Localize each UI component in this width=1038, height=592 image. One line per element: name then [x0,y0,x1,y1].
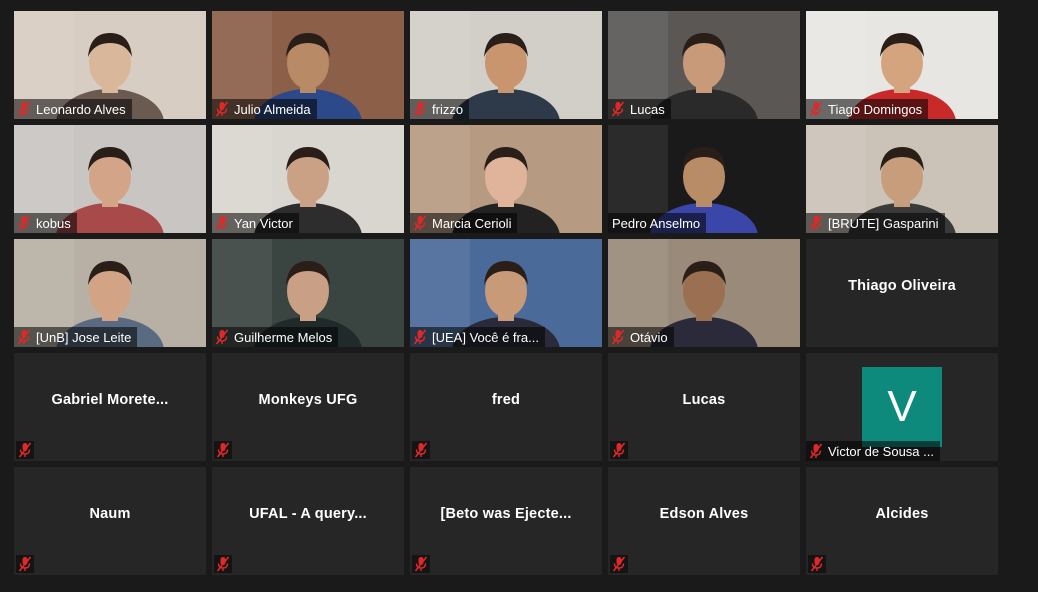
participant-tile[interactable]: Monkeys UFG [212,353,404,461]
participant-tile[interactable]: Guilherme Melos [212,239,404,347]
participant-name: Tiago Domingos [828,101,923,117]
muted-mic-icon [17,329,31,345]
muted-mic-icon [413,215,427,231]
mute-indicator [412,555,430,573]
muted-mic-icon [414,442,428,458]
participant-tile[interactable]: [BRUTE] Gasparini [806,125,998,233]
participant-name: Pedro Anselmo [612,215,701,231]
participant-name: [BRUTE] Gasparini [828,215,939,231]
participant-name: [UEA] Você é fra... [432,329,539,345]
muted-mic-icon [611,101,625,117]
participant-tile[interactable]: Alcides [806,467,998,575]
participant-tile[interactable]: frizzo [410,11,602,119]
avatar: V [862,367,942,447]
mute-indicator [412,441,430,459]
muted-mic-icon [810,556,824,572]
participant-name-label: Victor de Sousa ... [806,441,940,461]
participant-name-label: Yan Victor [212,213,299,233]
participant-name: [UnB] Jose Leite [36,329,132,345]
participant-name-label: [UEA] Você é fra... [410,327,545,347]
participant-name-label: Lucas [608,99,671,119]
participant-tile[interactable]: Marcia Cerioli [410,125,602,233]
muted-mic-icon [18,442,32,458]
participant-name-label: Marcia Cerioli [410,213,518,233]
participant-name: Marcia Cerioli [432,215,512,231]
participant-name: Naum [89,506,131,522]
participant-name: Edson Alves [659,506,749,522]
participant-tile[interactable]: Yan Victor [212,125,404,233]
participant-name-label: [BRUTE] Gasparini [806,213,945,233]
participant-name-label: Tiago Domingos [806,99,929,119]
participant-name: Gabriel Morete... [51,392,169,408]
participant-name-label: kobus [14,213,77,233]
participant-name: fred [491,392,521,408]
participant-name: Thiago Oliveira [848,278,956,294]
muted-mic-icon [612,442,626,458]
muted-mic-icon [809,443,823,459]
muted-mic-icon [611,329,625,345]
muted-mic-icon [17,101,31,117]
participant-name: Alcides [875,506,929,522]
muted-mic-icon [413,101,427,117]
mute-indicator [16,441,34,459]
participant-name: [Beto was Ejecte... [440,506,572,522]
participant-tile[interactable]: Lucas [608,353,800,461]
participant-tile[interactable]: Julio Almeida [212,11,404,119]
participant-name-label: Otávio [608,327,674,347]
participant-name: Lucas [630,101,665,117]
participant-name-label: Pedro Anselmo [608,213,707,233]
muted-mic-icon [612,556,626,572]
participant-tile[interactable]: V Victor de Sousa ... [806,353,998,461]
participant-tile[interactable]: [UEA] Você é fra... [410,239,602,347]
participant-tile[interactable]: Naum [14,467,206,575]
participant-tile[interactable]: Thiago Oliveira [806,239,998,347]
participant-name-label: [UnB] Jose Leite [14,327,138,347]
participant-name: frizzo [432,101,464,117]
participant-tile[interactable]: fred [410,353,602,461]
participant-name: Otávio [630,329,668,345]
participant-tile[interactable]: UFAL - A query... [212,467,404,575]
participant-name: Leonardo Alves [36,101,126,117]
participant-name: Yan Victor [234,215,293,231]
muted-mic-icon [413,329,427,345]
mute-indicator [16,555,34,573]
muted-mic-icon [18,556,32,572]
participant-tile[interactable]: Pedro Anselmo [608,125,800,233]
muted-mic-icon [215,215,229,231]
mute-indicator [610,555,628,573]
mute-indicator [214,555,232,573]
mute-indicator [214,441,232,459]
muted-mic-icon [809,101,823,117]
muted-mic-icon [215,329,229,345]
participant-tile[interactable]: Gabriel Morete... [14,353,206,461]
participant-name: Victor de Sousa ... [828,443,934,459]
muted-mic-icon [17,215,31,231]
muted-mic-icon [809,215,823,231]
muted-mic-icon [215,101,229,117]
participant-tile[interactable]: Otávio [608,239,800,347]
participant-name: kobus [36,215,71,231]
mute-indicator [808,555,826,573]
muted-mic-icon [414,556,428,572]
participant-name-label: frizzo [410,99,470,119]
muted-mic-icon [216,442,230,458]
participant-tile[interactable]: [Beto was Ejecte... [410,467,602,575]
participant-tile[interactable]: kobus [14,125,206,233]
participant-tile[interactable]: Lucas [608,11,800,119]
muted-mic-icon [216,556,230,572]
participant-tile[interactable]: [UnB] Jose Leite [14,239,206,347]
gallery-grid: Leonardo Alves Julio Almeida frizzo Lucas Ti… [14,11,998,575]
participant-name: Lucas [682,392,726,408]
participant-name-label: Guilherme Melos [212,327,339,347]
participant-tile[interactable]: Tiago Domingos [806,11,998,119]
participant-name: Guilherme Melos [234,329,333,345]
mute-indicator [610,441,628,459]
participant-name-label: Julio Almeida [212,99,317,119]
participant-name-label: Leonardo Alves [14,99,132,119]
participant-name: UFAL - A query... [249,506,367,522]
participant-name: Julio Almeida [234,101,311,117]
participant-tile[interactable]: Edson Alves [608,467,800,575]
participant-name: Monkeys UFG [258,392,358,408]
participant-tile[interactable]: Leonardo Alves [14,11,206,119]
